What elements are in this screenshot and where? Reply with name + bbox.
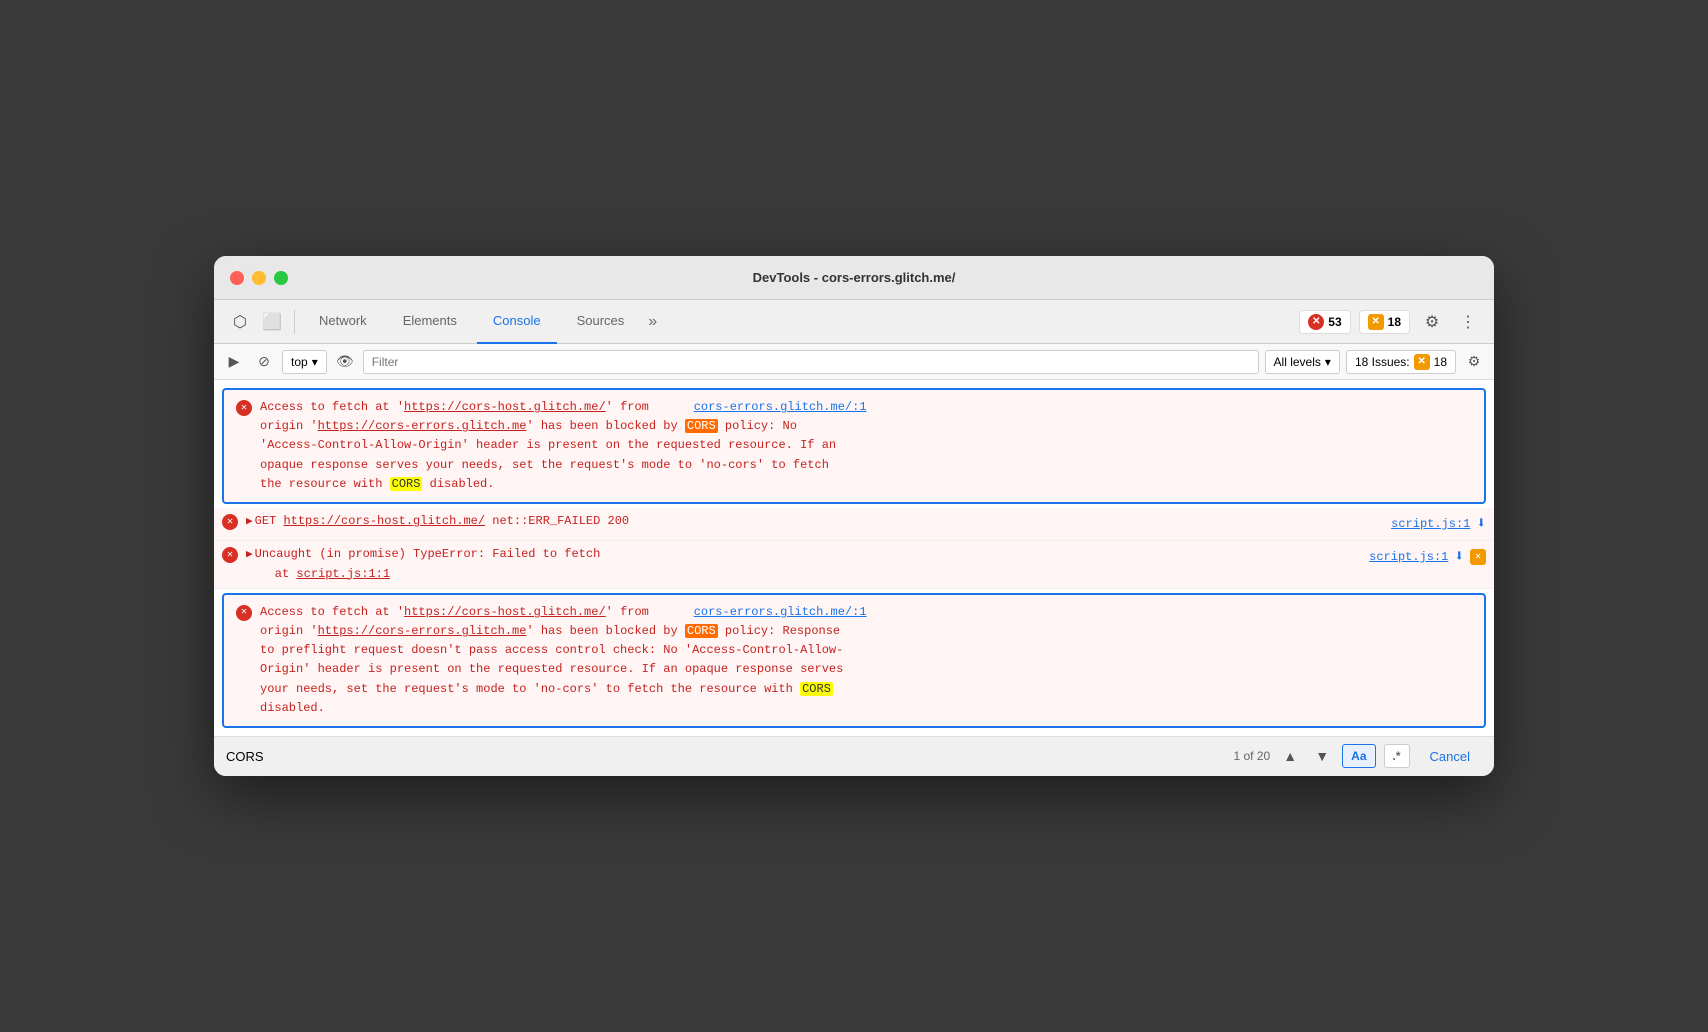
tab-network[interactable]: Network xyxy=(303,300,383,344)
issues-label: 18 Issues: xyxy=(1355,355,1410,369)
download-icon-2[interactable]: ⬇ xyxy=(1476,512,1486,536)
log-text-4: Access to fetch at 'https://cors-host.gl… xyxy=(260,603,1472,718)
context-label: top xyxy=(291,355,308,369)
error-icon-4: ✕ xyxy=(236,605,252,621)
error-icon-3: ✕ xyxy=(222,547,238,563)
expand-icon-2[interactable]: ▶ xyxy=(246,514,253,532)
close-button[interactable] xyxy=(230,271,244,285)
cors-highlight-orange-4: CORS xyxy=(685,624,718,638)
search-next-icon[interactable]: ▼ xyxy=(1310,744,1334,768)
origin-link-1[interactable]: https://cors-errors.glitch.me xyxy=(318,419,527,433)
filter-input[interactable] xyxy=(363,350,1259,374)
maximize-button[interactable] xyxy=(274,271,288,285)
chevron-down-icon: ▾ xyxy=(1325,355,1331,369)
log-entry-1-row: ✕ Access to fetch at 'https://cors-host.… xyxy=(236,398,1472,494)
settings-console-icon[interactable]: ⚙ xyxy=(1462,350,1486,374)
error-icon: ✕ xyxy=(1308,314,1324,330)
regex-button[interactable]: .* xyxy=(1384,744,1410,768)
close-icon-3[interactable]: ✕ xyxy=(1470,549,1486,565)
get-url-link[interactable]: https://cors-host.glitch.me/ xyxy=(283,514,485,528)
issues-button[interactable]: 18 Issues: ✕ 18 xyxy=(1346,350,1456,374)
context-selector[interactable]: top ▾ xyxy=(282,350,327,374)
log-text-1: Access to fetch at 'https://cors-host.gl… xyxy=(260,398,1472,494)
log-entry-4-row: ✕ Access to fetch at 'https://cors-host.… xyxy=(236,603,1472,718)
block-icon[interactable]: ⊘ xyxy=(252,350,276,374)
toolbar-right: ✕ 53 ✕ 18 ⚙ ⋮ xyxy=(1299,308,1482,336)
eye-icon[interactable]: 👁 xyxy=(333,350,357,374)
fetch-url-link-4[interactable]: https://cors-host.glitch.me/ xyxy=(404,605,606,619)
at-link[interactable]: script.js:1:1 xyxy=(296,567,390,581)
minimize-button[interactable] xyxy=(252,271,266,285)
match-case-button[interactable]: Aa xyxy=(1342,744,1375,768)
issues-count: 18 xyxy=(1434,355,1447,369)
console-toolbar: ▶ ⊘ top ▾ 👁 All levels ▾ 18 Issues: ✕ 18… xyxy=(214,344,1494,380)
log-text-2: ▶GET https://cors-host.glitch.me/ net::E… xyxy=(246,512,1375,532)
search-count: 1 of 20 xyxy=(1233,749,1270,763)
source-link-2[interactable]: script.js:1 xyxy=(1391,515,1470,533)
log-text-3: ▶Uncaught (in promise) TypeError: Failed… xyxy=(246,545,1353,584)
chevron-down-icon: ▾ xyxy=(312,355,318,369)
log-entry-4: ✕ Access to fetch at 'https://cors-host.… xyxy=(222,593,1486,728)
settings-icon[interactable]: ⚙ xyxy=(1418,308,1446,336)
source-link-1[interactable]: cors-errors.glitch.me/:1 xyxy=(694,400,867,414)
search-prev-icon[interactable]: ▲ xyxy=(1278,744,1302,768)
source-link-3[interactable]: script.js:1 xyxy=(1369,548,1448,566)
levels-label: All levels xyxy=(1274,355,1321,369)
search-bar: 1 of 20 ▲ ▼ Aa .* Cancel xyxy=(214,736,1494,776)
tab-console[interactable]: Console xyxy=(477,300,557,344)
console-content: ✕ Access to fetch at 'https://cors-host.… xyxy=(214,380,1494,736)
origin-link-4[interactable]: https://cors-errors.glitch.me xyxy=(318,624,527,638)
error-icon-1: ✕ xyxy=(236,400,252,416)
traffic-lights xyxy=(230,271,288,285)
log-entry-2: ✕ ▶GET https://cors-host.glitch.me/ net:… xyxy=(214,508,1494,541)
divider xyxy=(294,310,295,334)
error-count: 53 xyxy=(1328,315,1341,329)
more-tabs-icon[interactable]: » xyxy=(644,313,661,331)
cancel-button[interactable]: Cancel xyxy=(1418,742,1482,770)
inspect-icon[interactable]: ⬡ xyxy=(226,308,254,336)
more-options-icon[interactable]: ⋮ xyxy=(1454,308,1482,336)
error-icon-2: ✕ xyxy=(222,514,238,530)
fetch-url-link-1[interactable]: https://cors-host.glitch.me/ xyxy=(404,400,606,414)
source-link-4[interactable]: cors-errors.glitch.me/:1 xyxy=(694,605,867,619)
expand-icon-3[interactable]: ▶ xyxy=(246,547,253,565)
download-icon-3[interactable]: ⬇ xyxy=(1454,545,1464,569)
warning-count: 18 xyxy=(1388,315,1401,329)
error-count-badge[interactable]: ✕ 53 xyxy=(1299,310,1350,334)
warning-count-badge[interactable]: ✕ 18 xyxy=(1359,310,1410,334)
tab-elements[interactable]: Elements xyxy=(387,300,473,344)
log-entry-3: ✕ ▶Uncaught (in promise) TypeError: Fail… xyxy=(214,541,1494,589)
tab-sources[interactable]: Sources xyxy=(561,300,641,344)
warning-icon: ✕ xyxy=(1368,314,1384,330)
nav-toolbar: ⬡ ⬜ Network Elements Console Sources » ✕… xyxy=(214,300,1494,344)
devtools-window: DevTools - cors-errors.glitch.me/ ⬡ ⬜ Ne… xyxy=(214,256,1494,776)
cors-highlight-yellow-1: CORS xyxy=(390,477,423,491)
titlebar: DevTools - cors-errors.glitch.me/ xyxy=(214,256,1494,300)
issues-icon: ✕ xyxy=(1414,354,1430,370)
cors-highlight-orange-1: CORS xyxy=(685,419,718,433)
search-input[interactable] xyxy=(226,742,1225,770)
log-entry-1: ✕ Access to fetch at 'https://cors-host.… xyxy=(222,388,1486,504)
device-icon[interactable]: ⬜ xyxy=(258,308,286,336)
levels-dropdown[interactable]: All levels ▾ xyxy=(1265,350,1340,374)
cors-highlight-yellow-4: CORS xyxy=(800,682,833,696)
window-title: DevTools - cors-errors.glitch.me/ xyxy=(753,270,956,285)
run-snippet-icon[interactable]: ▶ xyxy=(222,350,246,374)
